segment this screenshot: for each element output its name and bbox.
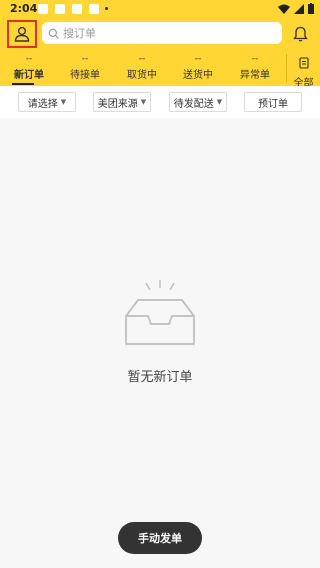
- tab-exceptions[interactable]: -- 异常单: [230, 54, 280, 81]
- search-icon: [48, 28, 59, 39]
- filter-label: 待发配送: [173, 98, 214, 110]
- filter-label: 美团来源: [97, 98, 138, 110]
- active-tab-indicator: [12, 83, 34, 85]
- app-icon: [55, 4, 65, 14]
- app-icon: [89, 4, 99, 14]
- notifications-button[interactable]: [290, 24, 310, 44]
- filter-select[interactable]: 请选择 ▼: [18, 92, 76, 112]
- tab-pending-accept[interactable]: -- 待接单: [60, 54, 110, 81]
- wifi-icon: [278, 4, 290, 14]
- tab-count: --: [138, 54, 146, 64]
- filter-label: 请选择: [27, 98, 58, 110]
- profile-button[interactable]: [7, 20, 37, 48]
- tab-count: --: [194, 54, 202, 64]
- filter-dispatch-status[interactable]: 待发配送 ▼: [169, 92, 227, 112]
- caret-down-icon: ▼: [60, 98, 67, 106]
- tab-label: 取货中: [127, 70, 157, 81]
- status-time: 2:04: [10, 2, 38, 15]
- tab-label: 新订单: [14, 70, 44, 81]
- tab-count: --: [25, 54, 33, 64]
- user-icon: [14, 26, 30, 42]
- tab-label: 异常单: [240, 70, 270, 81]
- empty-inbox-icon: [125, 280, 195, 345]
- filter-source[interactable]: 美团来源 ▼: [93, 92, 151, 112]
- manual-dispatch-button[interactable]: 手动发单: [118, 522, 202, 554]
- tab-label: 送货中: [183, 70, 213, 81]
- notification-icon: [38, 4, 48, 14]
- tab-picking-up[interactable]: -- 取货中: [117, 54, 167, 81]
- filter-preorder[interactable]: 预订单: [244, 92, 302, 112]
- tab-all[interactable]: 全部: [286, 54, 320, 89]
- bell-icon: [292, 26, 308, 42]
- header: 搜订单 -- 新订单 -- 待接单 -- 取货中 -- 送货中 -- 异常单 全…: [0, 18, 320, 89]
- battery-icon: [308, 3, 314, 14]
- empty-message: 暂无新订单: [127, 370, 193, 385]
- caret-down-icon: ▼: [140, 98, 147, 106]
- clipboard-icon: [298, 57, 309, 69]
- status-bar: 2:04: [0, 0, 320, 18]
- caret-down-icon: ▼: [216, 98, 223, 106]
- filter-bar: 请选择 ▼ 美团来源 ▼ 待发配送 ▼ 预订单: [0, 86, 320, 118]
- tab-label: 待接单: [70, 70, 100, 81]
- tab-count: --: [251, 54, 259, 64]
- message-icon: [72, 4, 82, 14]
- more-notifications-icon: [105, 7, 108, 10]
- order-tabs: -- 新订单 -- 待接单 -- 取货中 -- 送货中 -- 异常单 全部: [0, 54, 320, 89]
- search-input[interactable]: 搜订单: [42, 22, 282, 44]
- tab-delivering[interactable]: -- 送货中: [173, 54, 223, 81]
- filter-label: 预订单: [258, 98, 288, 110]
- order-list-empty: 暂无新订单: [0, 118, 320, 568]
- search-placeholder: 搜订单: [63, 27, 96, 40]
- signal-icon: [294, 3, 304, 14]
- tab-new-orders[interactable]: -- 新订单: [4, 54, 54, 81]
- tab-count: --: [81, 54, 89, 64]
